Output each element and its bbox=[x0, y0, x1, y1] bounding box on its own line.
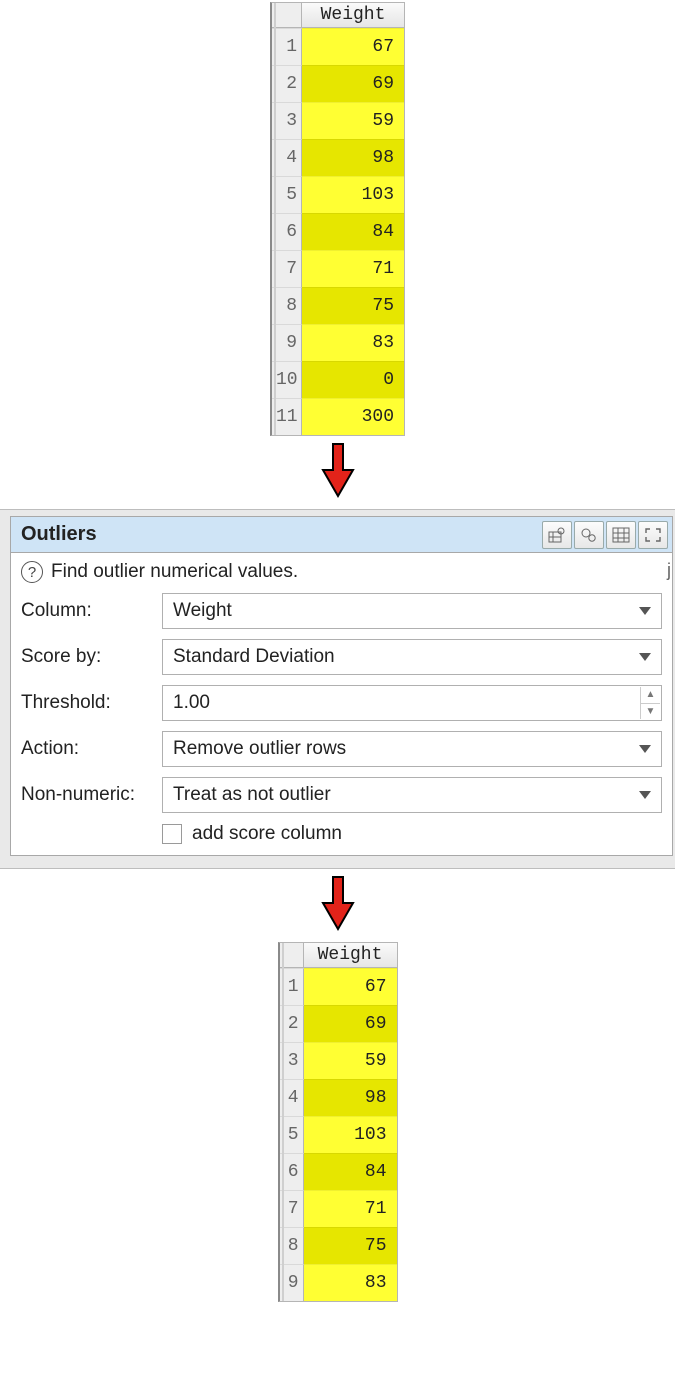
cell-weight[interactable]: 103 bbox=[304, 1116, 397, 1153]
cell-weight[interactable]: 67 bbox=[302, 28, 404, 65]
cell-weight[interactable]: 300 bbox=[302, 398, 404, 435]
row-index[interactable]: 8 bbox=[280, 1227, 304, 1264]
output-table: Weight 1672693594985103684771875983 bbox=[278, 942, 398, 1302]
row-index[interactable]: 7 bbox=[272, 250, 302, 287]
row-index[interactable]: 10 bbox=[272, 361, 302, 398]
flow-arrow-2 bbox=[318, 875, 358, 936]
threshold-step-down[interactable]: ▼ bbox=[640, 704, 660, 720]
cell-weight[interactable]: 59 bbox=[302, 102, 404, 139]
column-label: Column: bbox=[21, 600, 156, 622]
row-index[interactable]: 3 bbox=[272, 102, 302, 139]
row-index[interactable]: 6 bbox=[280, 1153, 304, 1190]
row-index[interactable]: 8 bbox=[272, 287, 302, 324]
row-index[interactable]: 1 bbox=[272, 28, 302, 65]
table-row[interactable]: 498 bbox=[280, 1079, 397, 1116]
nonnumeric-label: Non-numeric: bbox=[21, 784, 156, 806]
row-index[interactable]: 4 bbox=[272, 139, 302, 176]
gears-icon[interactable] bbox=[574, 521, 604, 549]
cell-weight[interactable]: 59 bbox=[304, 1042, 397, 1079]
threshold-step-up[interactable]: ▲ bbox=[640, 687, 660, 704]
row-index[interactable]: 2 bbox=[280, 1005, 304, 1042]
column-header-weight[interactable]: Weight bbox=[304, 943, 397, 967]
table-row[interactable]: 100 bbox=[272, 361, 404, 398]
cell-weight[interactable]: 103 bbox=[302, 176, 404, 213]
row-index[interactable]: 9 bbox=[272, 324, 302, 361]
table-row[interactable]: 11300 bbox=[272, 398, 404, 435]
outliers-panel-frame: j Outliers ? Find out bbox=[0, 509, 675, 869]
threshold-label: Threshold: bbox=[21, 692, 156, 714]
column-select[interactable]: Weight bbox=[162, 593, 662, 629]
cell-weight[interactable]: 69 bbox=[304, 1005, 397, 1042]
panel-description: Find outlier numerical values. bbox=[51, 561, 298, 583]
outliers-panel: Outliers ? Find outlier numerical values… bbox=[10, 516, 673, 856]
row-index[interactable]: 5 bbox=[272, 176, 302, 213]
cell-weight[interactable]: 83 bbox=[302, 324, 404, 361]
row-index[interactable]: 11 bbox=[272, 398, 302, 435]
cell-weight[interactable]: 75 bbox=[304, 1227, 397, 1264]
row-index[interactable]: 6 bbox=[272, 213, 302, 250]
table-row[interactable]: 684 bbox=[272, 213, 404, 250]
table-row[interactable]: 875 bbox=[272, 287, 404, 324]
cell-weight[interactable]: 67 bbox=[304, 968, 397, 1005]
cell-weight[interactable]: 83 bbox=[304, 1264, 397, 1301]
add-score-checkbox[interactable] bbox=[162, 824, 182, 844]
cell-weight[interactable]: 71 bbox=[304, 1190, 397, 1227]
table-row[interactable]: 875 bbox=[280, 1227, 397, 1264]
threshold-value: 1.00 bbox=[173, 692, 210, 714]
row-header-corner bbox=[272, 3, 302, 27]
row-header-corner bbox=[280, 943, 304, 967]
cropped-edge-glyph: j bbox=[667, 560, 671, 581]
table-row[interactable]: 771 bbox=[280, 1190, 397, 1227]
table-row[interactable]: 269 bbox=[280, 1005, 397, 1042]
row-index[interactable]: 1 bbox=[280, 968, 304, 1005]
column-select-value: Weight bbox=[173, 600, 232, 622]
nonnumeric-select[interactable]: Treat as not outlier bbox=[162, 777, 662, 813]
cell-weight[interactable]: 71 bbox=[302, 250, 404, 287]
nonnumeric-select-value: Treat as not outlier bbox=[173, 784, 331, 806]
cell-weight[interactable]: 69 bbox=[302, 65, 404, 102]
column-header-weight[interactable]: Weight bbox=[302, 3, 404, 27]
row-index[interactable]: 2 bbox=[272, 65, 302, 102]
cell-weight[interactable]: 84 bbox=[302, 213, 404, 250]
row-index[interactable]: 9 bbox=[280, 1264, 304, 1301]
input-table: Weight 167269359498510368477187598310011… bbox=[270, 2, 405, 436]
table-row[interactable]: 983 bbox=[280, 1264, 397, 1301]
cell-weight[interactable]: 98 bbox=[302, 139, 404, 176]
cell-weight[interactable]: 0 bbox=[302, 361, 404, 398]
table-row[interactable]: 269 bbox=[272, 65, 404, 102]
row-index[interactable]: 5 bbox=[280, 1116, 304, 1153]
table-row[interactable]: 167 bbox=[272, 28, 404, 65]
row-index[interactable]: 3 bbox=[280, 1042, 304, 1079]
action-select[interactable]: Remove outlier rows bbox=[162, 731, 662, 767]
table-row[interactable]: 167 bbox=[280, 968, 397, 1005]
action-select-value: Remove outlier rows bbox=[173, 738, 346, 760]
table-row[interactable]: 684 bbox=[280, 1153, 397, 1190]
panel-title: Outliers bbox=[21, 523, 540, 546]
add-score-label: add score column bbox=[192, 823, 342, 845]
scoreby-select-value: Standard Deviation bbox=[173, 646, 335, 668]
scoreby-select[interactable]: Standard Deviation bbox=[162, 639, 662, 675]
expand-icon[interactable] bbox=[638, 521, 668, 549]
cell-weight[interactable]: 75 bbox=[302, 287, 404, 324]
help-icon[interactable]: ? bbox=[21, 561, 43, 583]
table-row[interactable]: 983 bbox=[272, 324, 404, 361]
table-row[interactable]: 359 bbox=[280, 1042, 397, 1079]
table-row[interactable]: 5103 bbox=[280, 1116, 397, 1153]
cell-weight[interactable]: 84 bbox=[304, 1153, 397, 1190]
threshold-input[interactable]: 1.00 ▲ ▼ bbox=[162, 685, 662, 721]
action-label: Action: bbox=[21, 738, 156, 760]
cell-weight[interactable]: 98 bbox=[304, 1079, 397, 1116]
table-row[interactable]: 5103 bbox=[272, 176, 404, 213]
row-index[interactable]: 4 bbox=[280, 1079, 304, 1116]
table-row[interactable]: 359 bbox=[272, 102, 404, 139]
flow-arrow-1 bbox=[318, 442, 358, 503]
table-row[interactable]: 498 bbox=[272, 139, 404, 176]
scoreby-label: Score by: bbox=[21, 646, 156, 668]
row-index[interactable]: 7 bbox=[280, 1190, 304, 1227]
gear-table-icon[interactable] bbox=[542, 521, 572, 549]
table-row[interactable]: 771 bbox=[272, 250, 404, 287]
grid-icon[interactable] bbox=[606, 521, 636, 549]
